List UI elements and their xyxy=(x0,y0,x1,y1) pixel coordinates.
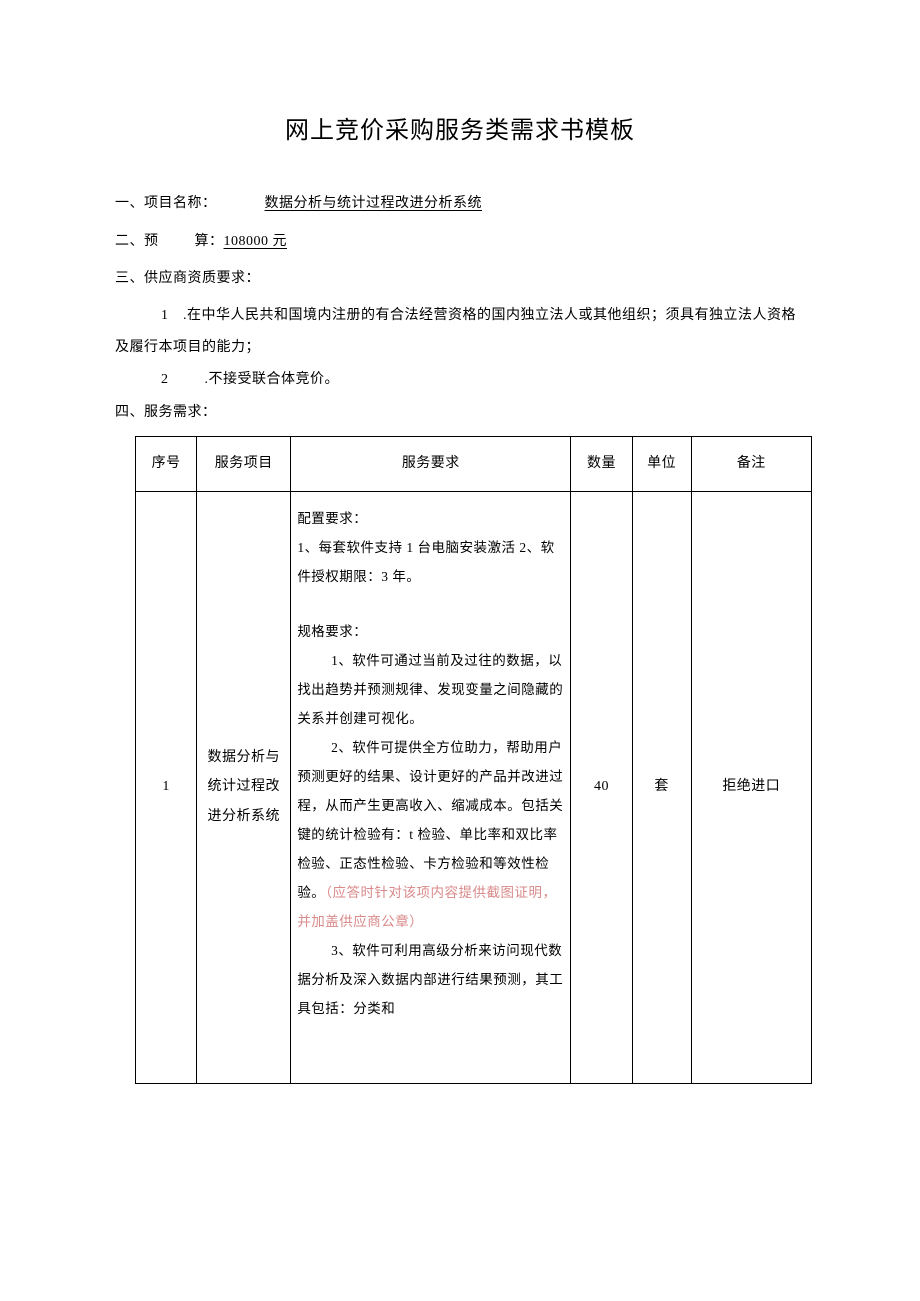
cell-proj: 数据分析与统计过程改进分析系统 xyxy=(197,491,291,1083)
service-req-table: 序号 服务项目 服务要求 数量 单位 备注 1 数据分析与统计过程改进分析系统 … xyxy=(135,436,812,1084)
page-title: 网上竞价采购服务类需求书模板 xyxy=(115,110,805,145)
supplier-req-item-1: 1 .在中华人民共和国境内注册的有合法经营资格的国内独立法人或其他组织；须具有独… xyxy=(115,300,805,364)
cell-unit: 套 xyxy=(632,491,691,1083)
section-supplier-req-label: 三、供应商资质要求： xyxy=(115,262,805,296)
req-text-2: .不接受联合体竞价。 xyxy=(205,372,340,387)
req-p5-highlight: （应答时针对该项内容提供截图证明，并加盖供应商公章） xyxy=(297,885,556,929)
doc-body: 一、项目名称： 数据分析与统计过程改进分析系统 二、预 算：108000 元 三、供… xyxy=(115,187,805,1084)
req-p1: 配置要求： xyxy=(297,504,564,533)
table-row: 1 数据分析与统计过程改进分析系统 配置要求： 1、每套软件支持 1 台电脑安装… xyxy=(136,491,812,1083)
th-proj: 服务项目 xyxy=(197,436,291,491)
req-p6: 3、软件可利用高级分析来访问现代数据分析及深入数据内部进行结果预测，其工具包括：… xyxy=(297,936,564,1023)
value-project-name: 数据分析与统计过程改进分析系统 xyxy=(265,196,483,211)
label-service-req: 四、服务需求： xyxy=(115,405,217,420)
label-budget-1: 二、预 xyxy=(115,234,159,249)
th-note: 备注 xyxy=(691,436,811,491)
cell-note: 拒绝进口 xyxy=(691,491,811,1083)
section-project-name: 一、项目名称： 数据分析与统计过程改进分析系统 xyxy=(115,187,805,221)
req-p5a: 2、软件可提供全方位助力，帮助用户预测更好的结果、设计更好的产品并改进过程，从而… xyxy=(297,740,563,900)
req-num-1: 1 xyxy=(161,308,169,323)
label-project-name: 一、项目名称： xyxy=(115,196,217,211)
th-req: 服务要求 xyxy=(291,436,571,491)
section-budget: 二、预 算：108000 元 xyxy=(115,225,805,259)
th-seq: 序号 xyxy=(136,436,197,491)
cell-qty: 40 xyxy=(571,491,632,1083)
req-text-1: .在中华人民共和国境内注册的有合法经营资格的国内独立法人或其他组织；须具有独立法… xyxy=(115,308,796,355)
label-budget-2: 算： xyxy=(195,234,224,249)
th-unit: 单位 xyxy=(632,436,691,491)
req-num-2: 2 xyxy=(161,372,169,387)
section-service-req-label: 四、服务需求： xyxy=(115,396,805,430)
req-p5: 2、软件可提供全方位助力，帮助用户预测更好的结果、设计更好的产品并改进过程，从而… xyxy=(297,733,564,936)
cell-seq: 1 xyxy=(136,491,197,1083)
cell-req: 配置要求： 1、每套软件支持 1 台电脑安装激活 2、软件授权期限：3 年。 规… xyxy=(291,491,571,1083)
th-qty: 数量 xyxy=(571,436,632,491)
label-supplier-req: 三、供应商资质要求： xyxy=(115,271,260,286)
req-p2: 1、每套软件支持 1 台电脑安装激活 2、软件授权期限：3 年。 xyxy=(297,533,564,591)
supplier-req-item-2: 2 .不接受联合体竞价。 xyxy=(115,364,805,396)
req-p3: 规格要求： xyxy=(297,617,564,646)
value-budget: 108000 元 xyxy=(224,234,288,249)
table-header-row: 序号 服务项目 服务要求 数量 单位 备注 xyxy=(136,436,812,491)
req-p4: 1、软件可通过当前及过往的数据，以找出趋势并预测规律、发现变量之间隐藏的关系并创… xyxy=(297,646,564,733)
